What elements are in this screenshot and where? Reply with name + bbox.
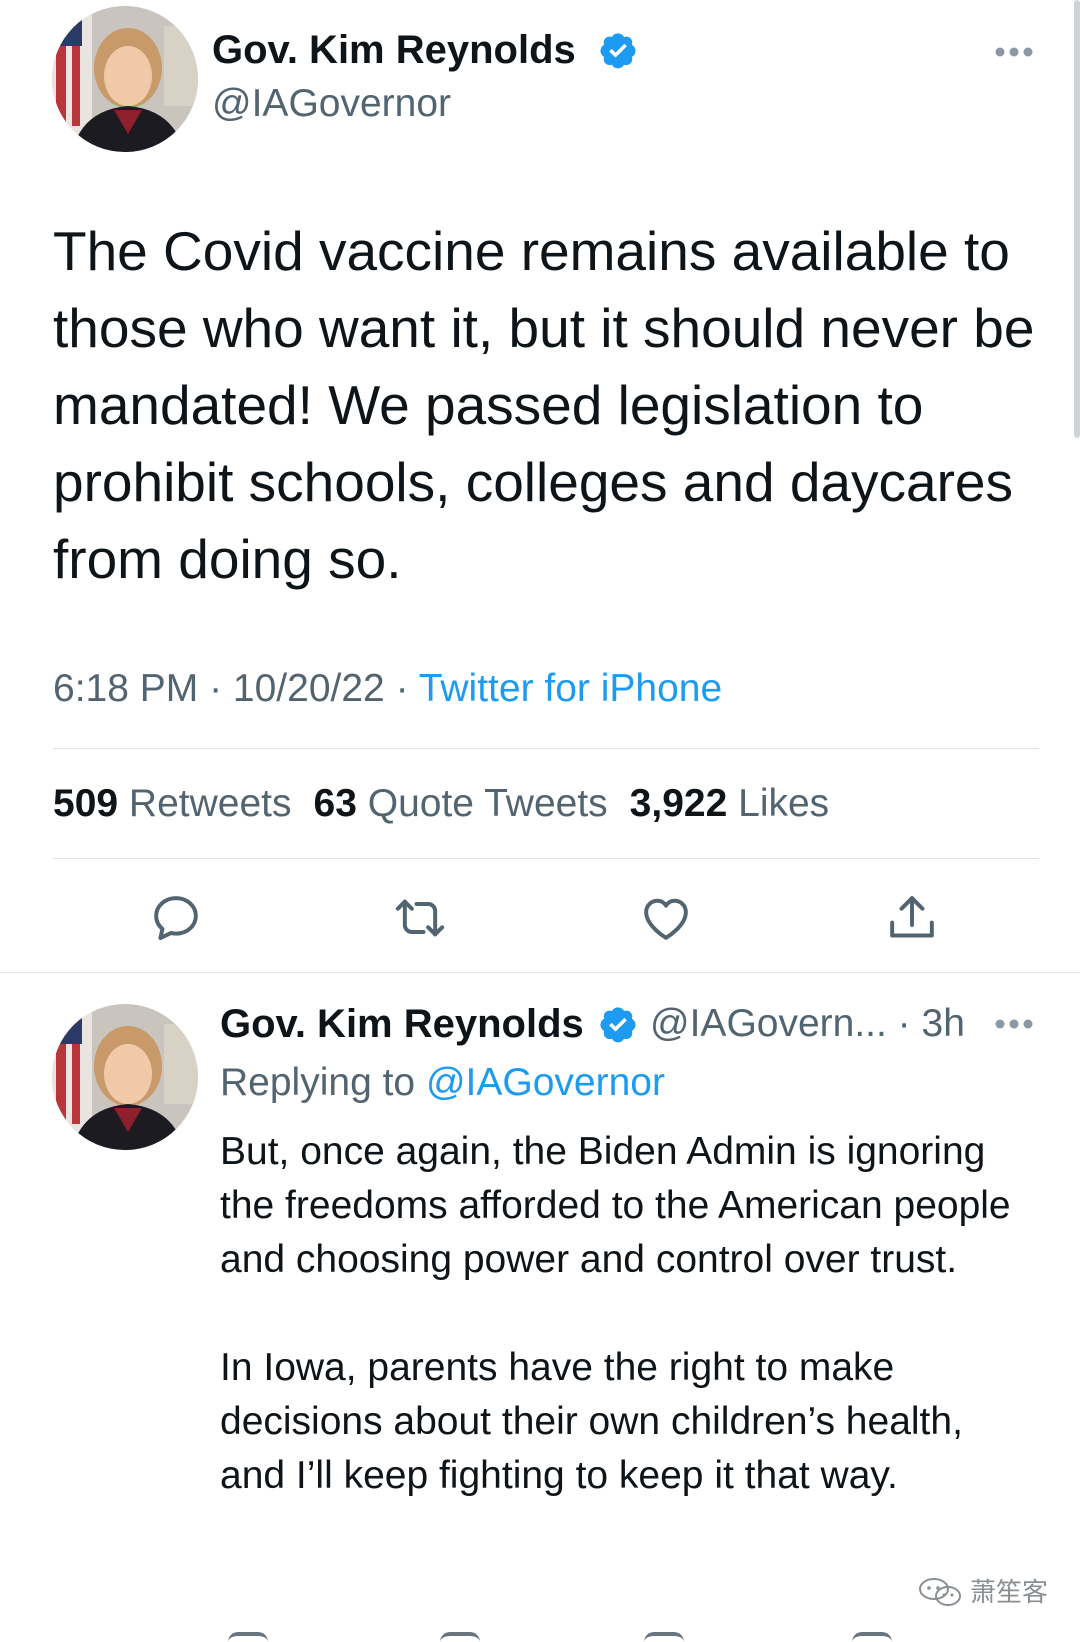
like-icon bbox=[644, 898, 688, 940]
divider bbox=[53, 748, 1039, 749]
tweet-date: 10/20/22 bbox=[232, 667, 385, 710]
retweet-button[interactable] bbox=[392, 890, 448, 946]
retweet-icon[interactable] bbox=[440, 1632, 480, 1642]
meta-separator: · bbox=[198, 667, 233, 710]
scrollbar[interactable] bbox=[1074, 0, 1080, 438]
quote-tweets-stat[interactable]: 63 Quote Tweets bbox=[314, 782, 608, 825]
likes-label: Likes bbox=[738, 782, 830, 825]
reply-icon bbox=[154, 896, 198, 941]
more-options-icon[interactable] bbox=[994, 46, 1034, 58]
reply-separator: · bbox=[886, 1002, 922, 1045]
wechat-icon bbox=[919, 1578, 961, 1606]
share-button[interactable] bbox=[884, 890, 940, 946]
more-options-icon[interactable] bbox=[994, 1018, 1034, 1030]
reply-author-avatar[interactable] bbox=[52, 1004, 198, 1150]
author-name[interactable]: Gov. Kim Reynolds bbox=[212, 26, 576, 74]
meta-separator: · bbox=[384, 667, 419, 710]
reply-age[interactable]: 3h bbox=[922, 1002, 965, 1045]
reply-text: But, once again, the Biden Admin is igno… bbox=[220, 1125, 1020, 1503]
reply-author-name[interactable]: Gov. Kim Reynolds bbox=[220, 1000, 584, 1048]
reply-actions-cut-off bbox=[0, 1630, 1080, 1642]
author-avatar[interactable] bbox=[52, 6, 198, 152]
reply-handle[interactable]: @IAGovern... bbox=[650, 1002, 887, 1045]
divider bbox=[53, 858, 1039, 859]
verified-badge-icon bbox=[600, 1007, 636, 1043]
author-handle[interactable]: @IAGovernor bbox=[212, 80, 451, 128]
like-icon[interactable] bbox=[644, 1632, 684, 1642]
watermark-text: 萧笙客 bbox=[970, 1577, 1049, 1607]
tweet-meta: 6:18 PM · 10/20/22 · Twitter for iPhone bbox=[53, 665, 722, 713]
verified-badge-icon bbox=[600, 33, 636, 69]
quote-tweets-count: 63 bbox=[313, 782, 357, 825]
reply-button[interactable] bbox=[148, 890, 204, 946]
section-divider bbox=[0, 972, 1080, 973]
tweet-stats: 509 Retweets 63 Quote Tweets 3,922 Likes bbox=[53, 780, 829, 828]
likes-count: 3,922 bbox=[629, 782, 728, 825]
retweets-count: 509 bbox=[53, 782, 119, 825]
retweets-label: Retweets bbox=[128, 782, 292, 825]
quote-tweets-label: Quote Tweets bbox=[367, 782, 608, 825]
tweet-text: The Covid vaccine remains available to t… bbox=[53, 220, 1035, 590]
watermark: 萧笙客 bbox=[916, 1576, 1048, 1608]
tweet-source-link[interactable]: Twitter for iPhone bbox=[419, 667, 722, 710]
retweets-stat[interactable]: 509 Retweets bbox=[53, 782, 292, 825]
replying-to-mention[interactable]: @IAGovernor bbox=[426, 1061, 665, 1104]
like-button[interactable] bbox=[638, 890, 694, 946]
share-icon[interactable] bbox=[852, 1632, 892, 1642]
share-icon bbox=[890, 896, 934, 938]
reply-icon[interactable] bbox=[228, 1632, 268, 1642]
reply-paragraph: But, once again, the Biden Admin is igno… bbox=[220, 1130, 1011, 1281]
replying-to: Replying to @IAGovernor bbox=[220, 1059, 665, 1107]
likes-stat[interactable]: 3,922 Likes bbox=[630, 782, 830, 825]
replying-to-label: Replying to bbox=[220, 1061, 416, 1104]
retweet-icon bbox=[395, 899, 445, 937]
reply-handle-line: @IAGovern... · 3h bbox=[650, 1000, 965, 1048]
tweet-time: 6:18 PM bbox=[53, 667, 199, 710]
reply-paragraph: In Iowa, parents have the right to make … bbox=[220, 1346, 963, 1497]
